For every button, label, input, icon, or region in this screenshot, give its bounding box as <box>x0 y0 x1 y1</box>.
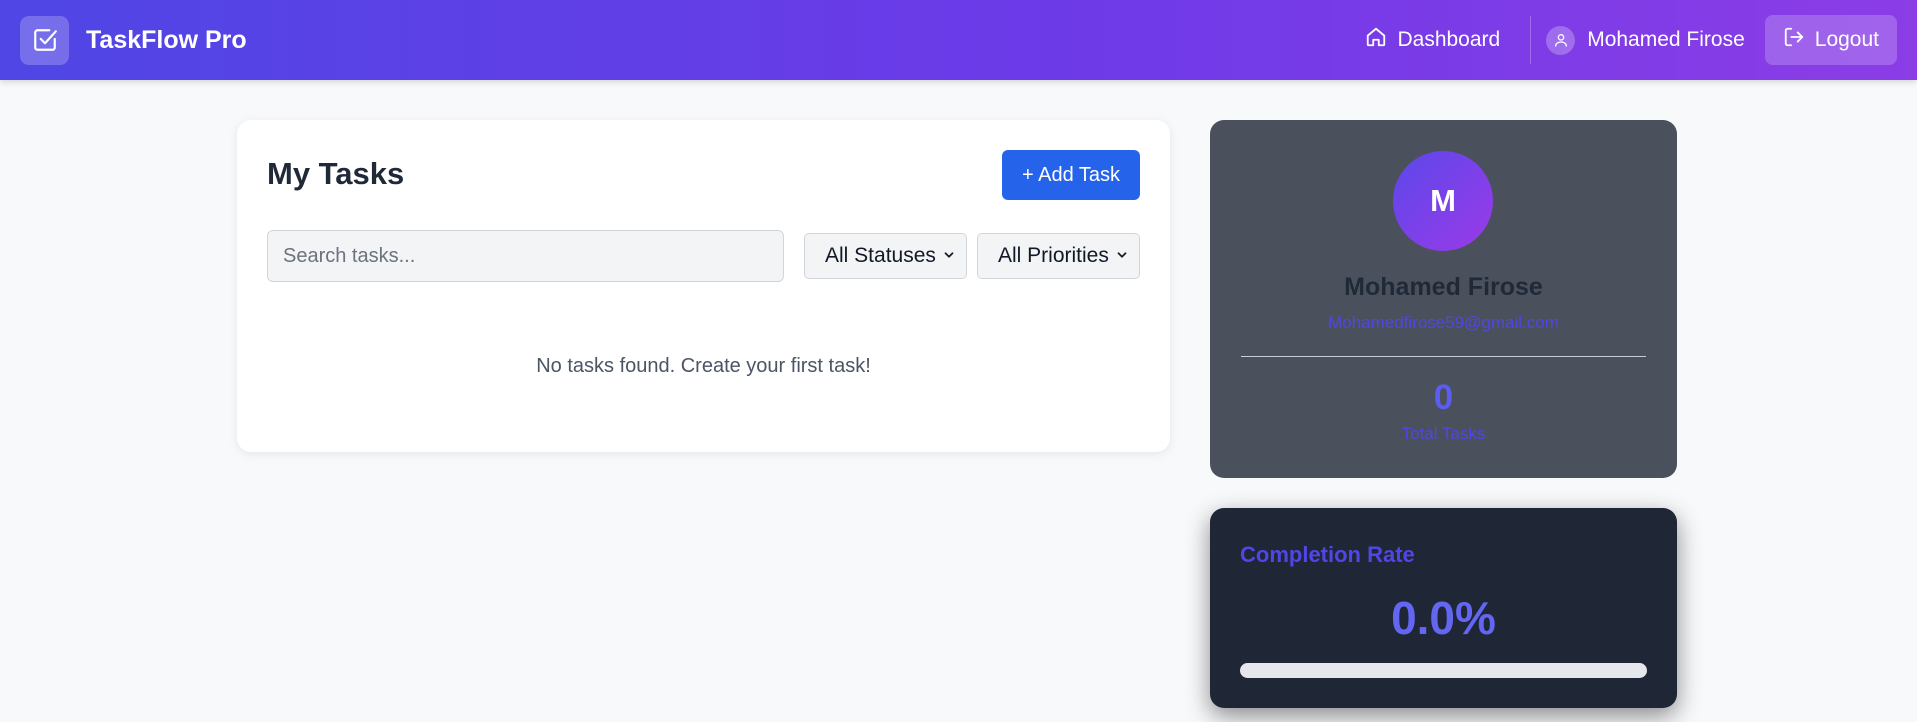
completion-rate-value: 0.0% <box>1391 592 1496 644</box>
user-icon <box>1546 25 1576 55</box>
page-title: My Tasks <box>267 156 405 191</box>
divider <box>1241 356 1646 357</box>
home-icon <box>1365 26 1387 54</box>
total-tasks-count: 0 <box>1433 378 1454 417</box>
top-navbar: TaskFlow Pro Dashboard Mohamed Firose Lo… <box>0 0 1917 80</box>
tasks-panel: My Tasks + Add Task All Statuses All Pri… <box>237 120 1170 452</box>
profile-card: M Mohamed Firose Mohamedfirose59@gmail.c… <box>1210 120 1677 478</box>
status-filter-value: All Statuses <box>825 244 936 267</box>
total-tasks-label: Total Tasks <box>1401 424 1486 443</box>
avatar: M <box>1393 151 1493 251</box>
completion-progress-bar <box>1240 663 1647 678</box>
logout-label: Logout <box>1814 28 1879 51</box>
profile-name: Mohamed Firose <box>1344 273 1543 301</box>
user-menu[interactable]: Mohamed Firose <box>1546 25 1765 55</box>
status-filter-select[interactable]: All Statuses <box>804 233 967 279</box>
brand-name: TaskFlow Pro <box>86 25 247 54</box>
nav-menu: Dashboard Mohamed Firose Logout <box>1350 0 1897 80</box>
nav-dashboard-link[interactable]: Dashboard <box>1350 26 1515 54</box>
logout-icon <box>1783 26 1805 54</box>
priority-filter-select[interactable]: All Priorities <box>977 233 1140 279</box>
empty-state-message: No tasks found. Create your first task! <box>536 355 871 377</box>
profile-email: Mohamedfirose59@gmail.com <box>1328 313 1559 332</box>
priority-filter-value: All Priorities <box>998 244 1109 267</box>
check-square-icon <box>20 15 69 65</box>
brand[interactable]: TaskFlow Pro <box>20 15 247 65</box>
completion-rate-card: Completion Rate 0.0% <box>1210 508 1677 708</box>
nav-divider <box>1530 16 1532 64</box>
chevron-down-icon <box>942 244 956 268</box>
completion-rate-title: Completion Rate <box>1240 542 1415 567</box>
nav-dashboard-label: Dashboard <box>1397 28 1501 51</box>
user-name: Mohamed Firose <box>1587 28 1745 51</box>
add-task-button[interactable]: + Add Task <box>1002 150 1140 200</box>
search-input[interactable] <box>267 230 784 282</box>
logout-button[interactable]: Logout <box>1764 15 1897 65</box>
chevron-down-icon <box>1115 244 1129 268</box>
